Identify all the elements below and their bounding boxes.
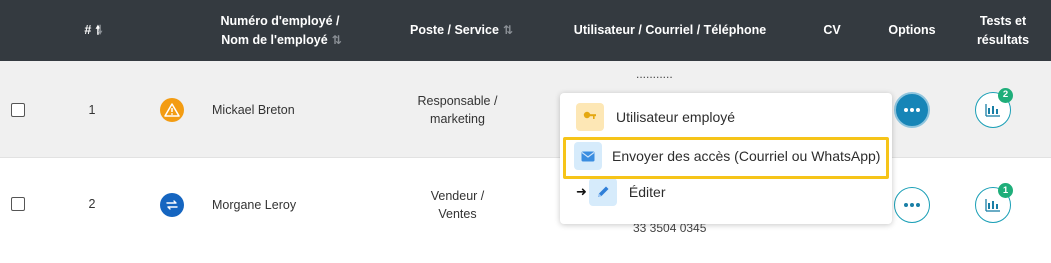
employee-position: Responsable / marketing bbox=[395, 61, 520, 158]
column-header-tests-line2: résultats bbox=[976, 32, 1030, 47]
tests-results-button[interactable]: 1 bbox=[975, 183, 1013, 223]
column-header-options: Options bbox=[880, 0, 944, 61]
menu-item-label: Éditer bbox=[628, 184, 666, 200]
options-button[interactable] bbox=[894, 91, 930, 128]
menu-item-edit[interactable]: ➜ Éditer bbox=[560, 178, 892, 206]
sync-icon bbox=[160, 193, 184, 217]
column-header-tests-line1: Tests et bbox=[979, 13, 1027, 28]
tests-results-button[interactable]: 2 bbox=[975, 87, 1013, 128]
warning-icon bbox=[160, 97, 184, 122]
sort-icon[interactable]: ⇅ bbox=[332, 33, 342, 47]
tests-count-badge: 2 bbox=[998, 87, 1013, 103]
column-header-cv: CV bbox=[810, 0, 854, 61]
column-header-cv-label: CV bbox=[823, 23, 841, 37]
options-button[interactable] bbox=[894, 187, 930, 223]
position-title: Vendeur / bbox=[430, 189, 485, 203]
bar-chart-icon bbox=[985, 199, 1000, 212]
menu-item-label: Utilisateur employé bbox=[616, 109, 736, 125]
highlight-box bbox=[563, 137, 889, 179]
table-row: 1 Mickael Breton Responsable / marketing… bbox=[0, 61, 1051, 158]
column-header-position[interactable]: Poste / Service ⇅ bbox=[385, 0, 535, 61]
tests-count-badge: 1 bbox=[998, 183, 1013, 198]
sort-icon[interactable]: 🠕🠗 bbox=[95, 21, 103, 40]
table-header: # 🠕🠗 Numéro d'employé / Nom de l'employé… bbox=[0, 0, 1051, 61]
position-service: Ventes bbox=[438, 207, 477, 221]
position-service: marketing bbox=[430, 111, 485, 126]
row-number: 2 bbox=[88, 197, 96, 211]
menu-item-employee-user[interactable]: Utilisateur employé bbox=[560, 98, 892, 136]
table-row: 2 Morgane Leroy Vendeur / Ventes 33 3504… bbox=[0, 158, 1051, 255]
column-header-options-label: Options bbox=[888, 23, 936, 37]
column-header-tests: Tests et résultats bbox=[968, 0, 1038, 61]
row-select-checkbox[interactable] bbox=[11, 102, 25, 117]
employee-position: Vendeur / Ventes bbox=[395, 158, 520, 252]
bar-chart-icon bbox=[985, 103, 1000, 117]
more-icon bbox=[904, 107, 920, 112]
column-header-employee-line1: Numéro d'employé / bbox=[220, 13, 340, 28]
row-select-checkbox[interactable] bbox=[11, 197, 25, 211]
arrow-right-icon: ➜ bbox=[576, 184, 587, 199]
more-icon bbox=[904, 203, 920, 207]
column-header-position-label: Poste / Service bbox=[409, 23, 499, 37]
column-header-number-label: # bbox=[84, 23, 92, 37]
employee-name: Morgane Leroy bbox=[212, 198, 297, 212]
employee-name: Mickael Breton bbox=[212, 102, 295, 117]
column-header-employee-line2: Nom de l'employé bbox=[221, 32, 328, 47]
column-header-user: Utilisateur / Courriel / Téléphone bbox=[560, 0, 780, 61]
column-header-number[interactable]: # 🠕🠗 bbox=[62, 0, 122, 61]
pencil-icon bbox=[588, 178, 617, 206]
column-header-employee[interactable]: Numéro d'employé / Nom de l'employé ⇅ bbox=[200, 0, 360, 61]
key-icon bbox=[576, 103, 604, 131]
user-info-partial: ........... bbox=[636, 67, 673, 81]
sort-icon[interactable]: ⇅ bbox=[503, 21, 513, 40]
position-title: Responsable / bbox=[417, 93, 498, 108]
column-header-user-label: Utilisateur / Courriel / Téléphone bbox=[573, 23, 767, 37]
row-number: 1 bbox=[88, 102, 96, 117]
